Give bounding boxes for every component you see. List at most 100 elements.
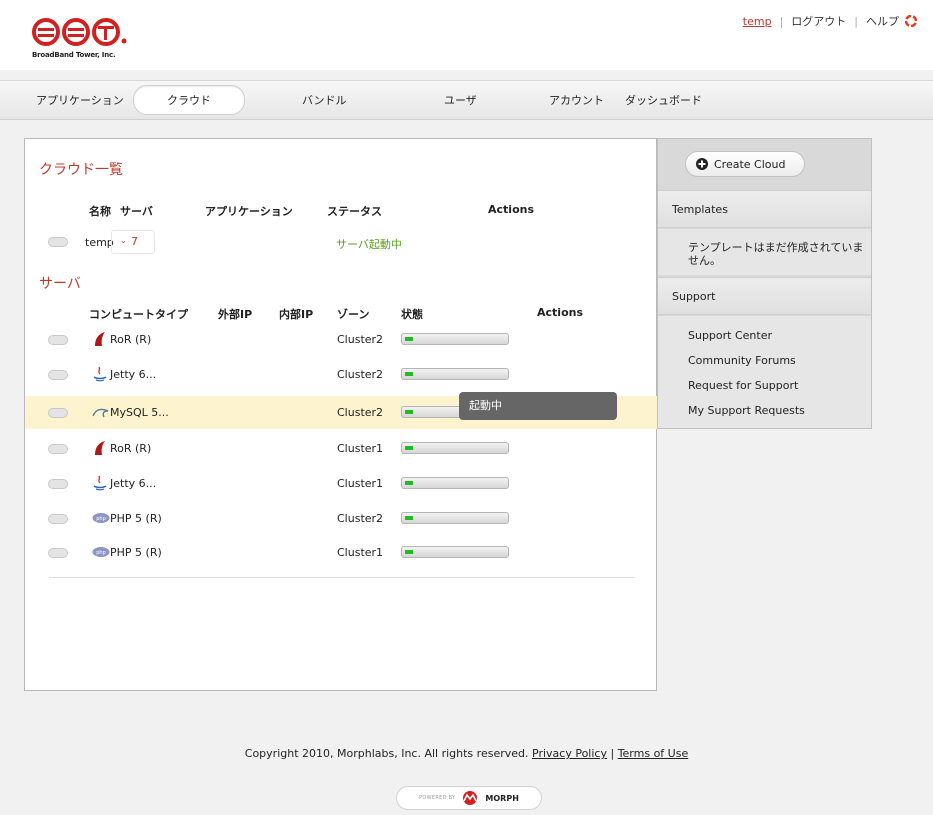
svg-text:php: php (96, 550, 106, 556)
logout-link[interactable]: ログアウト (791, 13, 846, 29)
java-icon (92, 366, 108, 382)
logo-text: BroadBand Tower, Inc. (32, 51, 116, 59)
progress-fill (405, 372, 413, 376)
progress-fill (405, 410, 413, 414)
servers-title: サーバ (39, 276, 81, 292)
progress-fill (405, 550, 413, 554)
status-progress-bar (401, 546, 509, 558)
compute-type: RoR (R) (110, 442, 152, 455)
morph-brand: MORPH (485, 793, 519, 803)
col-state: 状態 (401, 308, 423, 321)
server-select-radio[interactable] (48, 548, 68, 558)
server-count-box[interactable]: ⌄ 7 (111, 230, 155, 254)
cloud-list-title: クラウド一覧 (39, 162, 123, 178)
compute-type: Jetty 6... (110, 477, 157, 490)
table-row[interactable]: php PHP 5 (R) Cluster2 (25, 502, 658, 535)
compute-type: PHP 5 (R) (110, 546, 162, 559)
support-body: Support Center Community Forums Request … (658, 316, 871, 428)
col-status: ステータス (327, 205, 382, 218)
status-progress-bar (401, 477, 509, 489)
col-actions: Actions (488, 203, 534, 216)
server-select-radio[interactable] (48, 335, 68, 345)
col-external-ip: 外部IP (218, 308, 253, 321)
community-forums-link[interactable]: Community Forums (688, 354, 796, 367)
rails-icon (92, 440, 108, 456)
nav-bundles[interactable]: バンドル (302, 92, 347, 108)
user-link[interactable]: temp (743, 15, 772, 28)
templates-heading: Templates (658, 190, 871, 228)
php-icon: php (92, 510, 110, 526)
plus-circle-icon (696, 158, 708, 170)
morph-logo-icon (463, 791, 478, 805)
server-select-radio[interactable] (48, 408, 68, 418)
zone: Cluster1 (337, 442, 384, 455)
table-row[interactable]: RoR (R) Cluster2 (25, 323, 658, 356)
server-select-radio[interactable] (48, 514, 68, 524)
support-heading: Support (658, 277, 871, 315)
zone: Cluster1 (337, 546, 384, 559)
create-cloud-label: Create Cloud (714, 157, 786, 171)
svg-text:php: php (96, 516, 106, 522)
status-tooltip: 起動中 (459, 392, 617, 420)
col-compute-type: コンピュートタイプ (89, 308, 188, 321)
lifebuoy-icon[interactable] (904, 14, 918, 28)
templates-empty-message: テンプレートはまだ作成されていません。 (688, 241, 864, 267)
powered-by-badge[interactable]: POWERED BY MORPH (396, 786, 542, 810)
progress-fill (405, 481, 413, 485)
table-row[interactable]: php PHP 5 (R) Cluster1 (25, 536, 658, 569)
divider: | (854, 14, 858, 28)
compute-type: MySQL 5... (110, 406, 169, 419)
right-sidebar: Create Cloud Templates テンプレートはまだ作成されていませ… (657, 138, 872, 429)
rails-icon (92, 331, 108, 347)
col-applications: アプリケーション (205, 205, 293, 218)
server-select-radio[interactable] (48, 479, 68, 489)
divider (49, 577, 635, 578)
nav-dashboard[interactable]: ダッシュボード (625, 92, 702, 108)
request-support-link[interactable]: Request for Support (688, 379, 798, 392)
templates-body: テンプレートはまだ作成されていません。 (658, 229, 871, 275)
create-cloud-button[interactable]: Create Cloud (685, 151, 805, 177)
col-internal-ip: 内部IP (279, 308, 314, 321)
status-progress-bar (401, 442, 509, 454)
nav-users[interactable]: ユーザ (444, 92, 477, 108)
col-zone: ゾーン (337, 308, 370, 321)
table-row[interactable]: Jetty 6... Cluster2 (25, 358, 658, 391)
progress-fill (405, 446, 413, 450)
nav-applications[interactable]: アプリケーション (36, 92, 124, 108)
powered-by-label: POWERED BY (419, 795, 456, 801)
table-row[interactable]: RoR (R) Cluster1 (25, 432, 658, 465)
privacy-policy-link[interactable]: Privacy Policy (532, 747, 607, 760)
zone: Cluster2 (337, 406, 384, 419)
progress-fill (405, 516, 413, 520)
my-support-requests-link[interactable]: My Support Requests (688, 404, 805, 417)
php-icon: php (92, 544, 110, 560)
progress-fill (405, 337, 413, 341)
mysql-icon (92, 404, 109, 420)
terms-of-use-link[interactable]: Terms of Use (618, 747, 689, 760)
footer: Copyright 2010, Morphlabs, Inc. All righ… (0, 747, 933, 760)
status-progress-bar (401, 368, 509, 380)
help-link[interactable]: ヘルプ (866, 13, 899, 29)
col-servers: サーバ (120, 205, 153, 218)
table-row[interactable]: Jetty 6... Cluster1 (25, 467, 658, 500)
chevron-down-icon: ⌄ (120, 236, 127, 245)
zone: Cluster2 (337, 512, 384, 525)
nav-cloud[interactable]: クラウド (167, 92, 211, 108)
compute-type: Jetty 6... (110, 368, 157, 381)
server-select-radio[interactable] (48, 444, 68, 454)
server-select-radio[interactable] (48, 370, 68, 380)
compute-type: PHP 5 (R) (110, 512, 162, 525)
compute-type: RoR (R) (110, 333, 152, 346)
top-links: temp | ログアウト | ヘルプ (743, 13, 918, 29)
footer-separator: | (610, 747, 615, 760)
cloud-name: temp (85, 236, 114, 249)
nav-account[interactable]: アカウント (549, 92, 604, 108)
status-progress-bar (401, 333, 509, 345)
cloud-select-radio[interactable] (48, 237, 68, 247)
divider: | (779, 14, 784, 28)
zone: Cluster1 (337, 477, 384, 490)
col-name: 名称 (89, 205, 111, 218)
support-center-link[interactable]: Support Center (688, 329, 772, 342)
copyright-text: Copyright 2010, Morphlabs, Inc. All righ… (244, 747, 529, 760)
zone: Cluster2 (337, 368, 384, 381)
